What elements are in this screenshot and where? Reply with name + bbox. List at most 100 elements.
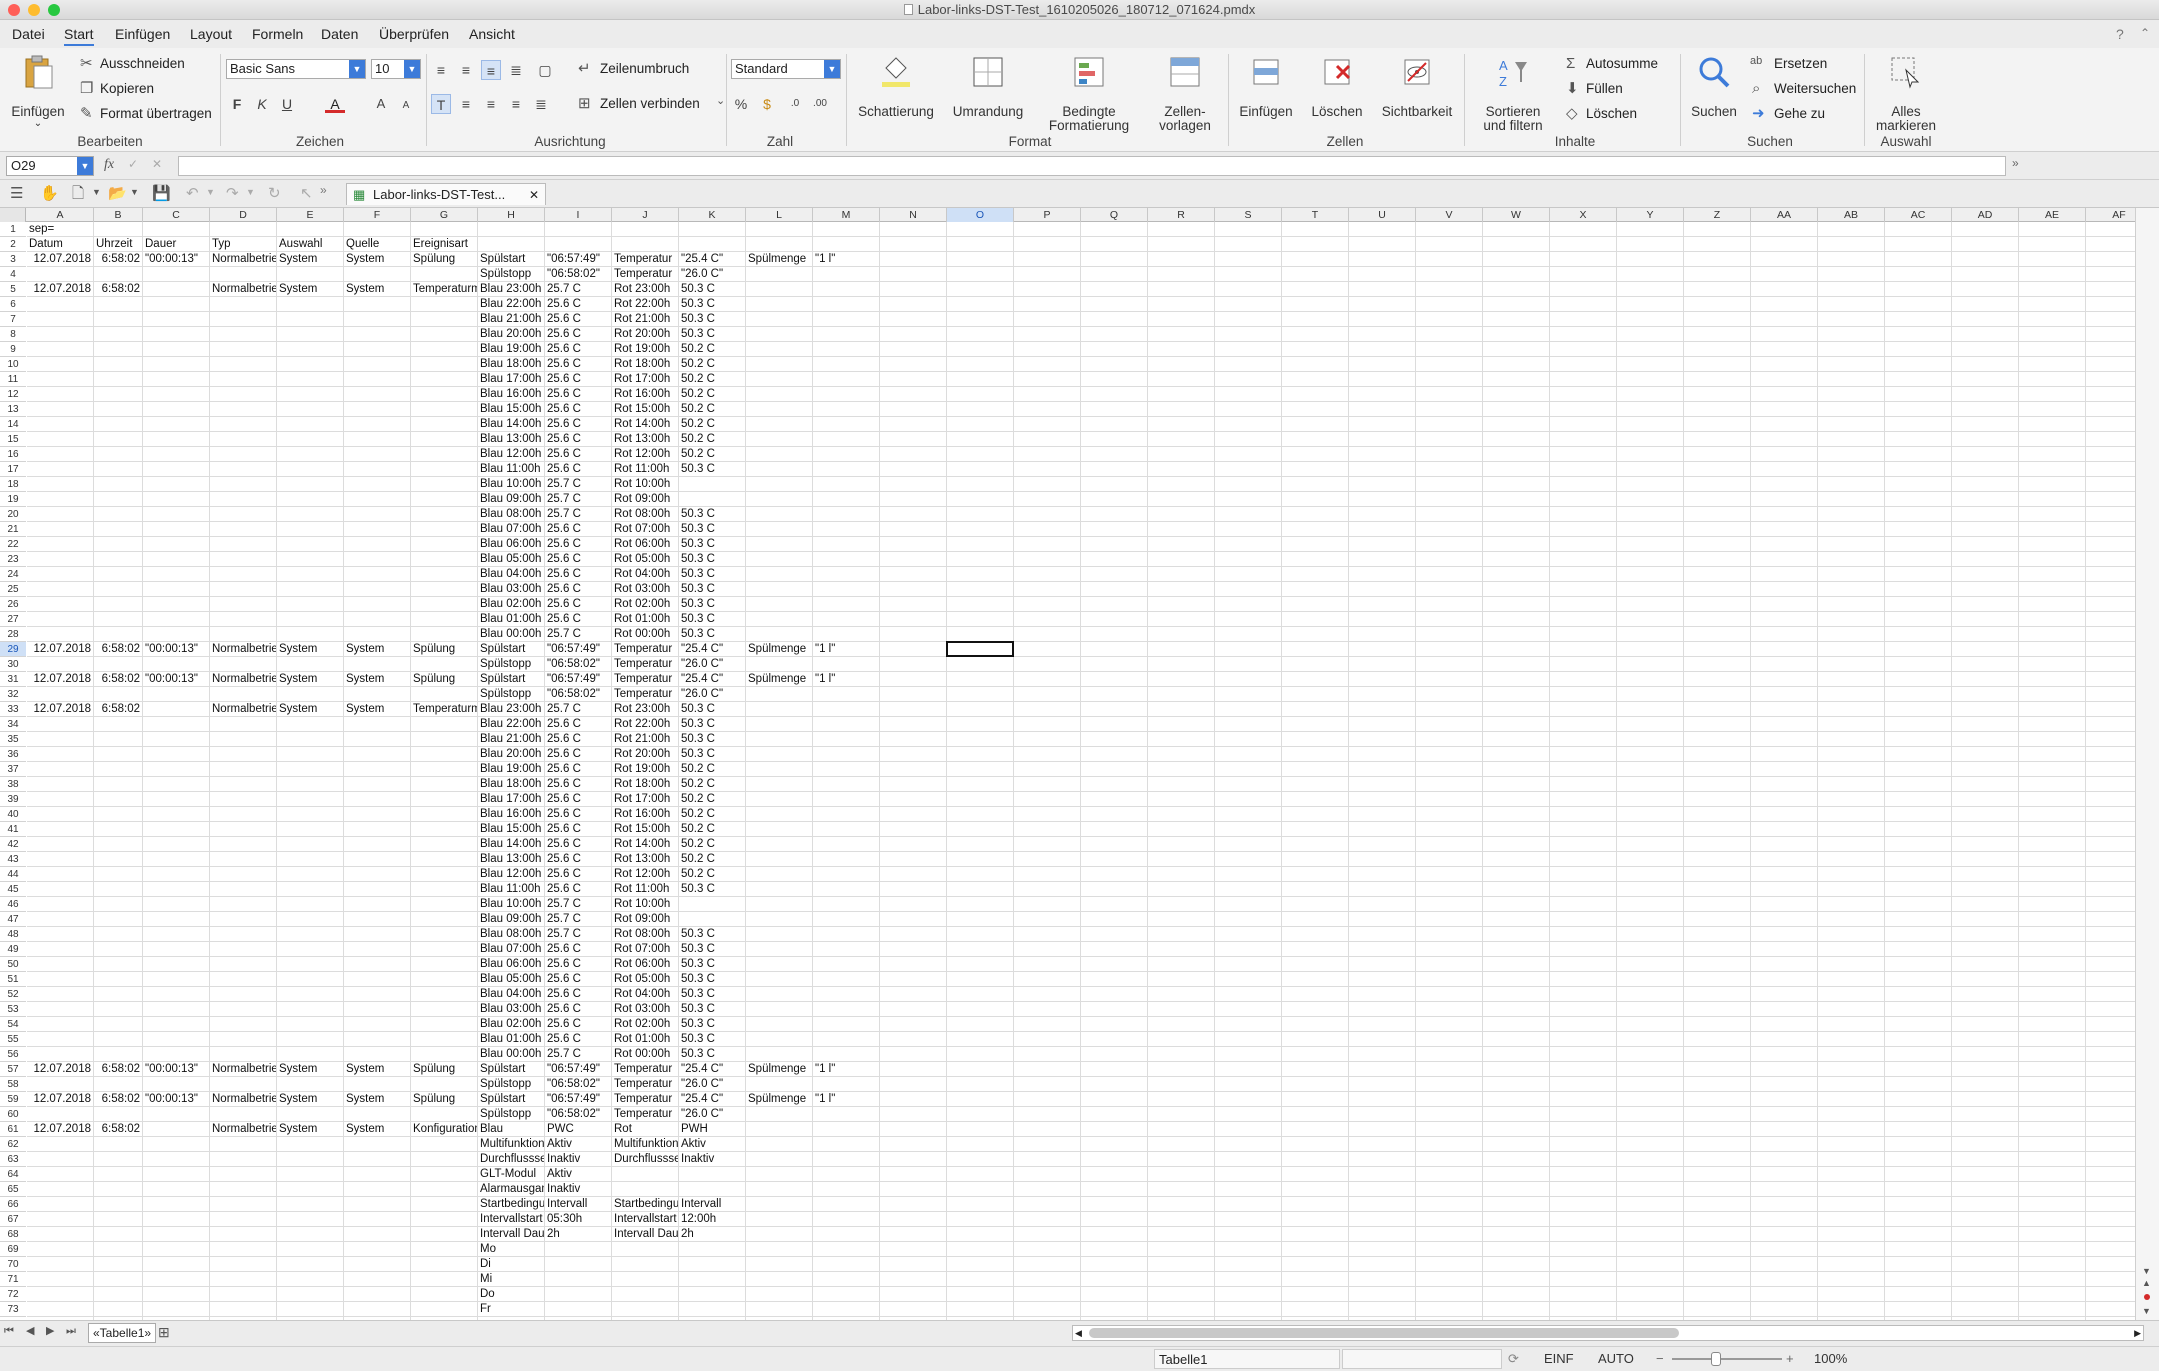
column-header[interactable]: A: [27, 208, 94, 222]
shrink-font-button[interactable]: A: [396, 96, 416, 116]
cell-J51[interactable]: Rot 05:00h: [612, 972, 678, 987]
cell-A57[interactable]: 12.07.2018: [27, 1062, 93, 1077]
column-header[interactable]: K: [679, 208, 746, 222]
column-header[interactable]: H: [478, 208, 545, 222]
cell-H27[interactable]: Blau 01:00h: [478, 612, 544, 627]
row-header[interactable]: 32: [0, 687, 26, 702]
cell-H59[interactable]: Spülstart: [478, 1092, 544, 1107]
cell-B57[interactable]: 6:58:02: [94, 1062, 142, 1077]
ribbon-collapse-icon[interactable]: ⌃: [2140, 26, 2150, 40]
paste-button[interactable]: Einfügen ⌄: [8, 54, 68, 132]
cell-I15[interactable]: 25.6 C: [545, 432, 611, 447]
row-header[interactable]: 69: [0, 1242, 26, 1257]
menu-daten[interactable]: Daten: [321, 26, 358, 42]
cell-I8[interactable]: 25.6 C: [545, 327, 611, 342]
cell-H45[interactable]: Blau 11:00h: [478, 882, 544, 897]
underline-button[interactable]: U: [277, 94, 297, 114]
cell-J19[interactable]: Rot 09:00h: [612, 492, 678, 507]
column-header[interactable]: W: [1483, 208, 1550, 222]
cell-K49[interactable]: 50.3 C: [679, 942, 745, 957]
cell-H68[interactable]: Intervall Dauer: [478, 1227, 544, 1242]
cell-K44[interactable]: 50.2 C: [679, 867, 745, 882]
replace-button[interactable]: Ersetzen: [1774, 56, 1827, 71]
cell-I29[interactable]: "06:57:49": [545, 642, 611, 657]
cell-I43[interactable]: 25.6 C: [545, 852, 611, 867]
cell-K66[interactable]: Intervall: [679, 1197, 745, 1212]
cell-J22[interactable]: Rot 06:00h: [612, 537, 678, 552]
row-header[interactable]: 11: [0, 372, 26, 387]
cell-L57[interactable]: Spülmenge: [746, 1062, 812, 1077]
select-all-corner[interactable]: [0, 208, 26, 222]
cell-I59[interactable]: "06:57:49": [545, 1092, 611, 1107]
sort-filter-button[interactable]: AZ Sortieren und filtern: [1470, 54, 1556, 134]
row-header[interactable]: 34: [0, 717, 26, 732]
cell-E59[interactable]: System: [277, 1092, 343, 1107]
row-header[interactable]: 31: [0, 672, 26, 687]
row-header[interactable]: 39: [0, 792, 26, 807]
cell-A61[interactable]: 12.07.2018: [27, 1122, 93, 1137]
border-button[interactable]: Umrandung: [946, 54, 1030, 132]
cell-K10[interactable]: 50.2 C: [679, 357, 745, 372]
cell-A2[interactable]: Datum: [27, 237, 93, 252]
cell-I38[interactable]: 25.6 C: [545, 777, 611, 792]
row-header[interactable]: 44: [0, 867, 26, 882]
row-header[interactable]: 51: [0, 972, 26, 987]
cell-J26[interactable]: Rot 02:00h: [612, 597, 678, 612]
column-header[interactable]: AD: [1952, 208, 2019, 222]
row-header[interactable]: 15: [0, 432, 26, 447]
cell-G61[interactable]: Konfiguration: [411, 1122, 477, 1137]
cell-J62[interactable]: Multifunktion: [612, 1137, 678, 1152]
last-sheet-icon[interactable]: ⏭: [66, 1326, 76, 1337]
cell-J7[interactable]: Rot 21:00h: [612, 312, 678, 327]
cell-A31[interactable]: 12.07.2018: [27, 672, 93, 687]
align-middle-icon[interactable]: ≡: [456, 60, 476, 80]
scroll-page-down-icon[interactable]: ▼: [2142, 1306, 2151, 1316]
cell-B33[interactable]: 6:58:02: [94, 702, 142, 717]
column-header[interactable]: F: [344, 208, 411, 222]
cell-B2[interactable]: Uhrzeit: [94, 237, 142, 252]
cell-K39[interactable]: 50.2 C: [679, 792, 745, 807]
cell-K35[interactable]: 50.3 C: [679, 732, 745, 747]
cell-I28[interactable]: 25.7 C: [545, 627, 611, 642]
cell-D31[interactable]: Normalbetrieb: [210, 672, 276, 687]
cell-J31[interactable]: Temperatur: [612, 672, 678, 687]
cell-G33[interactable]: Temperaturmessung: [411, 702, 477, 717]
cell-J57[interactable]: Temperatur: [612, 1062, 678, 1077]
cell-J47[interactable]: Rot 09:00h: [612, 912, 678, 927]
cell-L59[interactable]: Spülmenge: [746, 1092, 812, 1107]
cell-I60[interactable]: "06:58:02": [545, 1107, 611, 1122]
cell-H10[interactable]: Blau 18:00h: [478, 357, 544, 372]
zoom-slider-thumb[interactable]: [1711, 1352, 1721, 1366]
cell-H48[interactable]: Blau 08:00h: [478, 927, 544, 942]
cell-I4[interactable]: "06:58:02": [545, 267, 611, 282]
cell-B3[interactable]: 6:58:02: [94, 252, 142, 267]
cell-L3[interactable]: Spülmenge: [746, 252, 812, 267]
selected-cell[interactable]: [946, 641, 1014, 657]
save-icon[interactable]: 💾: [152, 186, 171, 201]
cell-K12[interactable]: 50.2 C: [679, 387, 745, 402]
cell-A59[interactable]: 12.07.2018: [27, 1092, 93, 1107]
cell-I24[interactable]: 25.6 C: [545, 567, 611, 582]
row-header[interactable]: 26: [0, 597, 26, 612]
row-header[interactable]: 25: [0, 582, 26, 597]
cell-K63[interactable]: Inaktiv: [679, 1152, 745, 1167]
column-header[interactable]: O: [947, 208, 1014, 222]
row-header[interactable]: 53: [0, 1002, 26, 1017]
cell-K3[interactable]: "25.4 C": [679, 252, 745, 267]
cell-I25[interactable]: 25.6 C: [545, 582, 611, 597]
row-header[interactable]: 7: [0, 312, 26, 327]
chevron-down-icon[interactable]: ▼: [130, 188, 139, 197]
row-header[interactable]: 3: [0, 252, 26, 267]
cell-J11[interactable]: Rot 17:00h: [612, 372, 678, 387]
menu-start[interactable]: Start: [64, 26, 94, 46]
cell-H4[interactable]: Spülstopp: [478, 267, 544, 282]
cell-J40[interactable]: Rot 16:00h: [612, 807, 678, 822]
row-header[interactable]: 46: [0, 897, 26, 912]
cell-H73[interactable]: Fr: [478, 1302, 544, 1317]
cell-H40[interactable]: Blau 16:00h: [478, 807, 544, 822]
grow-font-button[interactable]: A: [371, 94, 391, 114]
decrease-decimal-icon[interactable]: .00: [810, 94, 830, 114]
cell-J42[interactable]: Rot 14:00h: [612, 837, 678, 852]
cell-K41[interactable]: 50.2 C: [679, 822, 745, 837]
column-header[interactable]: C: [143, 208, 210, 222]
